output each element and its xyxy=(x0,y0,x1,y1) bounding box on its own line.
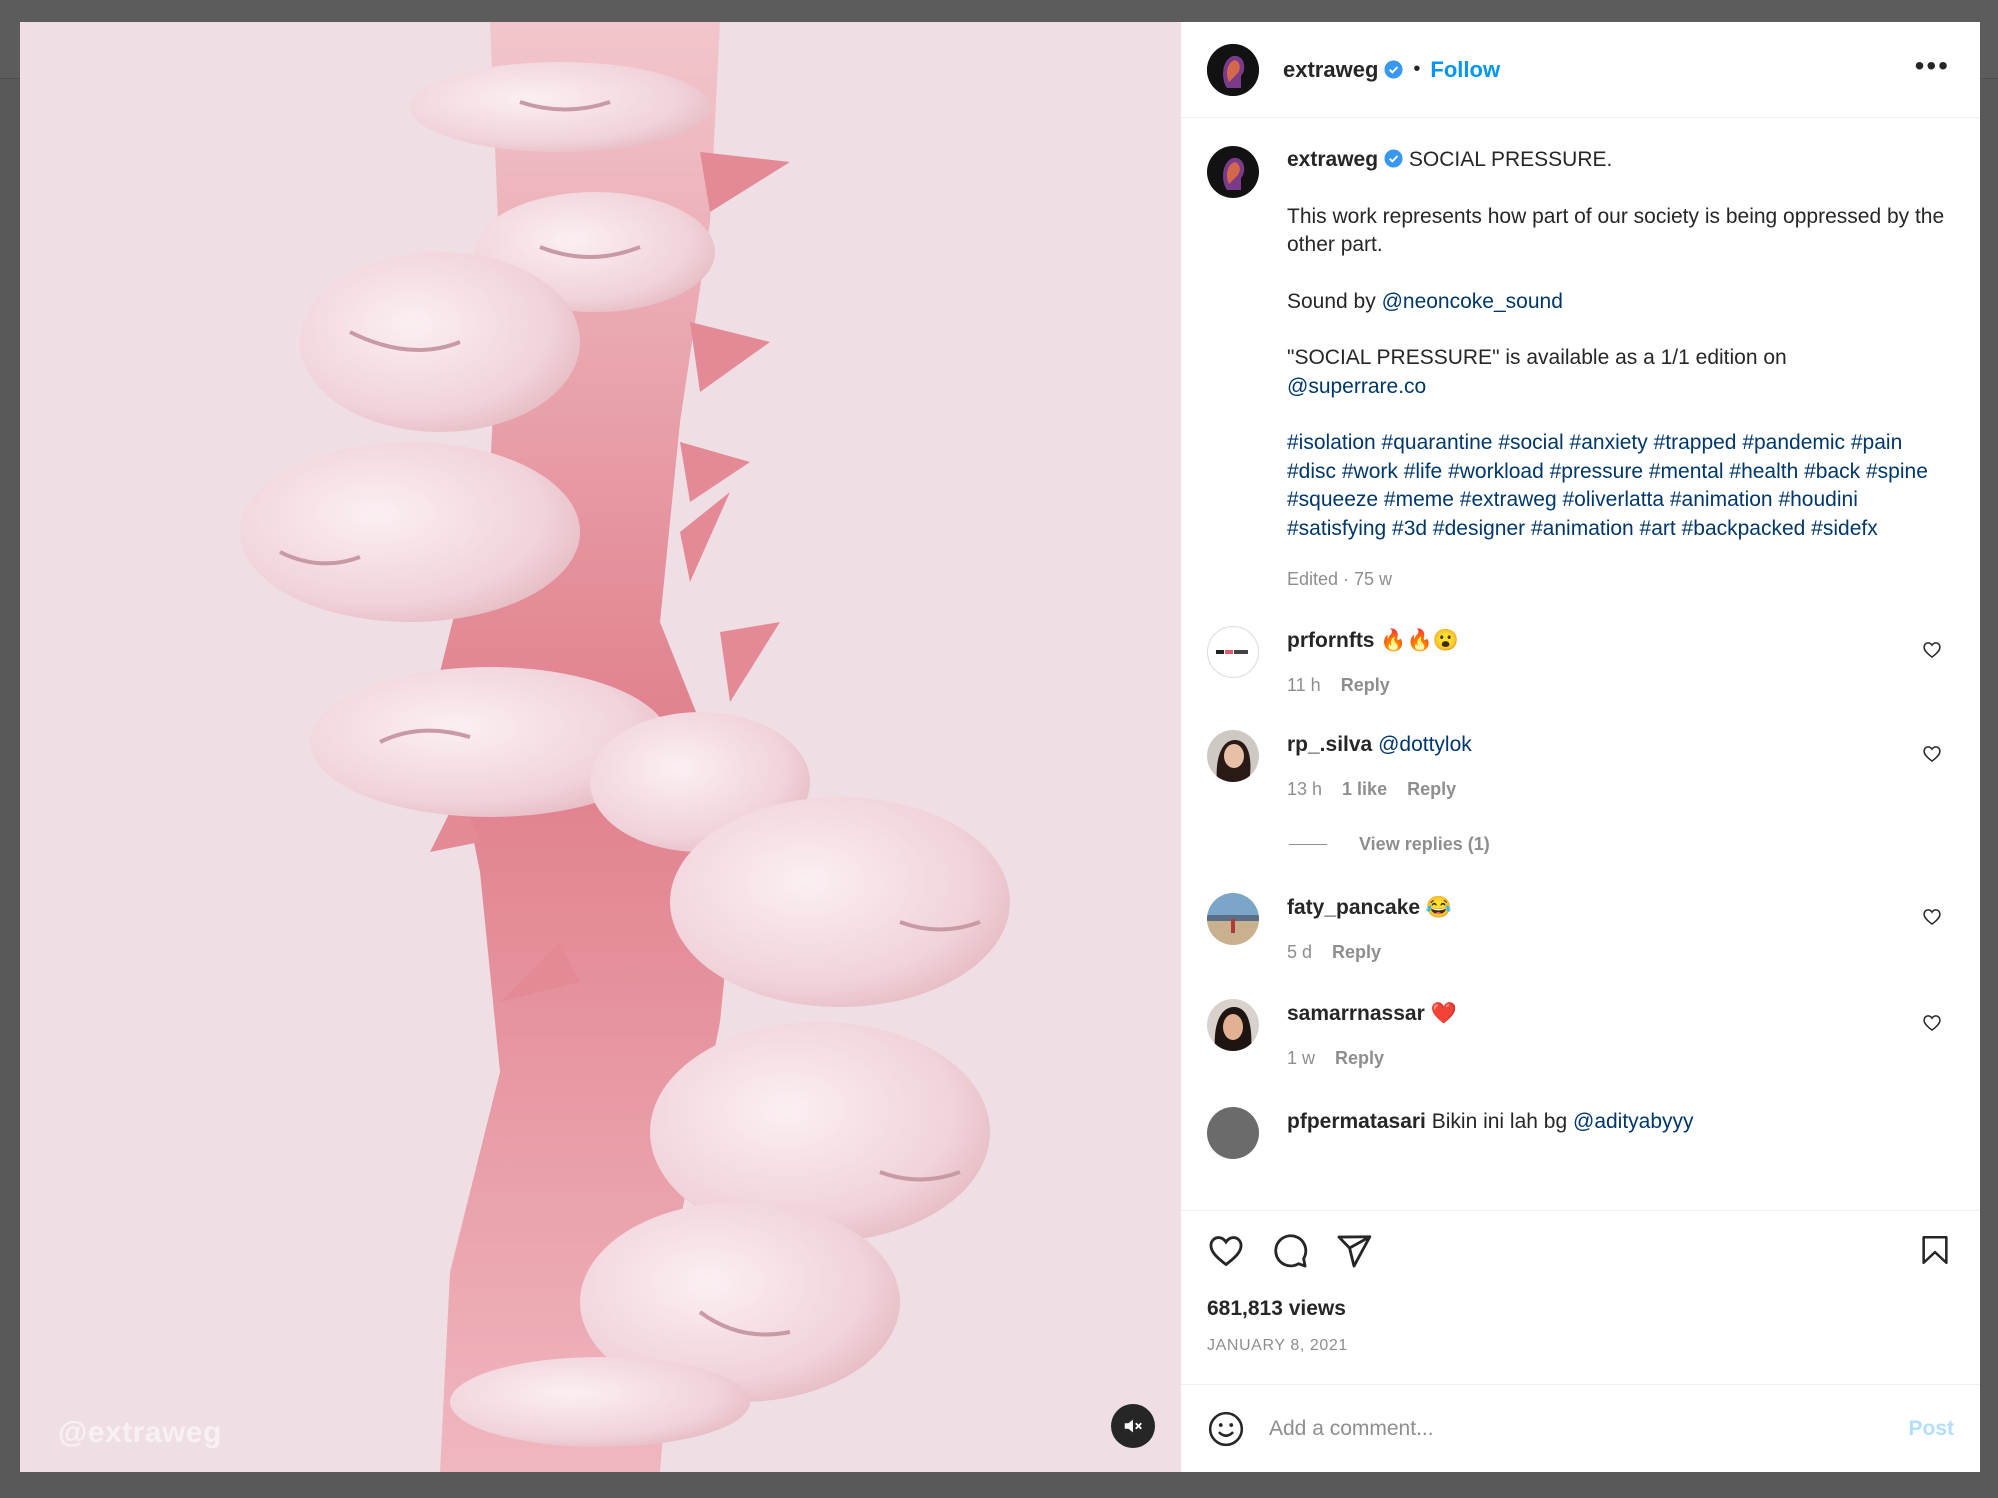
verified-badge-icon xyxy=(1384,149,1403,168)
comment-username[interactable]: samarrnassar xyxy=(1287,1002,1425,1025)
comment-mention-link[interactable]: @adityabyyy xyxy=(1573,1110,1694,1133)
more-options-icon[interactable]: ••• xyxy=(1915,52,1950,80)
verified-badge-icon xyxy=(1384,60,1403,79)
follow-button[interactable]: Follow xyxy=(1430,57,1500,83)
comment-mention-link[interactable]: @dottylok xyxy=(1378,733,1472,756)
avatar-image xyxy=(1207,1106,1259,1159)
comment-username[interactable]: pfpermatasari xyxy=(1287,1110,1426,1133)
comment-like-heart-icon[interactable] xyxy=(1922,640,1942,660)
comment-item: rp_.silva @dottylok 13 h 1 like Reply xyxy=(1207,729,1954,804)
comment-item: faty_pancake 😂 5 d Reply xyxy=(1207,892,1954,967)
avatar-image xyxy=(1207,998,1259,1051)
comment-likes[interactable]: 1 like xyxy=(1342,779,1387,799)
comment-username[interactable]: faty_pancake xyxy=(1287,896,1420,919)
caption-title: SOCIAL PRESSURE. xyxy=(1408,148,1613,171)
reply-button[interactable]: Reply xyxy=(1335,1048,1384,1068)
post-modal: @extraweg extraweg • Follow ••• extraweg… xyxy=(20,22,1980,1472)
caption-description: This work represents how part of our soc… xyxy=(1287,204,1945,257)
comment-like-heart-icon[interactable] xyxy=(1922,744,1942,764)
caption: extraweg SOCIAL PRESSURE. This work repr… xyxy=(1207,146,1954,594)
comment-time: 13 h xyxy=(1287,778,1323,799)
caption-availability: "SOCIAL PRESSURE" is available as a 1/1 … xyxy=(1287,346,1787,369)
avatar-image xyxy=(1207,892,1259,945)
caption-hashtags[interactable]: #isolation #quarantine #social #anxiety … xyxy=(1287,429,1947,543)
author-avatar[interactable] xyxy=(1207,43,1259,96)
avatar-image xyxy=(1207,729,1259,782)
sound-handle-link[interactable]: @neoncoke_sound xyxy=(1382,290,1563,313)
platform-handle-link[interactable]: @superrare.co xyxy=(1287,373,1947,402)
post-actions: 681,813 views JANUARY 8, 2021 xyxy=(1181,1210,1980,1384)
comment-item: samarrnassar ❤️ 1 w Reply xyxy=(1207,998,1954,1073)
post-header: extraweg • Follow ••• xyxy=(1181,22,1980,118)
spine-artwork xyxy=(20,22,1181,1472)
comment-text: 😂 xyxy=(1425,895,1453,919)
avatar-image xyxy=(1207,43,1259,96)
reply-button[interactable]: Reply xyxy=(1332,942,1381,962)
share-icon[interactable] xyxy=(1335,1232,1373,1270)
comment-item: pfpermatasari Bikin ini lah bg @adityaby… xyxy=(1207,1106,1954,1159)
comment-item: prfornfts 🔥🔥😮 11 h Reply xyxy=(1207,625,1954,700)
mute-icon xyxy=(1124,1419,1142,1433)
post-comment-button[interactable]: Post xyxy=(1908,1417,1954,1441)
avatar-image xyxy=(1214,648,1252,655)
mute-button[interactable] xyxy=(1111,1404,1155,1448)
view-replies-button[interactable]: View replies (1) xyxy=(1289,834,1954,855)
avatar-image xyxy=(1207,146,1259,198)
post-date: JANUARY 8, 2021 xyxy=(1207,1337,1348,1354)
header-separator: • xyxy=(1413,58,1421,80)
reply-button[interactable]: Reply xyxy=(1341,675,1390,695)
commenter-avatar[interactable] xyxy=(1207,729,1259,782)
comment-time: 11 h xyxy=(1287,674,1321,695)
view-count[interactable]: 681,813 views xyxy=(1207,1297,1954,1321)
comment-input[interactable]: Add a comment... xyxy=(1269,1417,1908,1441)
commenter-avatar[interactable] xyxy=(1207,998,1259,1051)
comment-time: 1 w xyxy=(1287,1047,1316,1068)
commenter-avatar[interactable] xyxy=(1207,1106,1259,1159)
reply-button[interactable]: Reply xyxy=(1407,779,1456,799)
comment-text: Bikin ini lah bg xyxy=(1431,1109,1568,1133)
comment-username[interactable]: prfornfts xyxy=(1287,629,1375,652)
comment-time: 5 d xyxy=(1287,941,1313,962)
post-video[interactable]: @extraweg xyxy=(20,22,1181,1472)
add-comment-bar: Add a comment... Post xyxy=(1181,1384,1980,1472)
caption-sound-credit: Sound by @neoncoke_sound xyxy=(1287,288,1947,317)
view-replies-line xyxy=(1289,843,1327,845)
comment-icon[interactable] xyxy=(1271,1232,1309,1270)
post-side-panel: extraweg • Follow ••• extraweg SOCIAL PR… xyxy=(1181,22,1980,1472)
comment-like-heart-icon[interactable] xyxy=(1922,907,1942,927)
video-watermark: @extraweg xyxy=(58,1416,222,1449)
comment-text: ❤️ xyxy=(1430,1001,1457,1025)
sound-prefix: Sound by xyxy=(1287,289,1382,313)
caption-avatar[interactable] xyxy=(1207,146,1259,198)
heart-icon[interactable] xyxy=(1207,1232,1245,1270)
comment-like-heart-icon[interactable] xyxy=(1922,1013,1942,1033)
view-replies-label[interactable]: View replies (1) xyxy=(1359,834,1490,855)
comment-text: 🔥🔥😮 xyxy=(1380,628,1459,652)
caption-meta: Edited · 75 w xyxy=(1287,569,1393,589)
emoji-icon[interactable] xyxy=(1207,1410,1245,1448)
comments-list[interactable]: extraweg SOCIAL PRESSURE. This work repr… xyxy=(1181,118,1980,1210)
commenter-avatar[interactable] xyxy=(1207,625,1259,678)
comment-username[interactable]: rp_.silva xyxy=(1287,733,1372,756)
bookmark-icon[interactable] xyxy=(1918,1231,1952,1269)
commenter-avatar[interactable] xyxy=(1207,892,1259,945)
caption-username[interactable]: extraweg xyxy=(1287,148,1378,171)
author-username[interactable]: extraweg xyxy=(1283,57,1378,83)
